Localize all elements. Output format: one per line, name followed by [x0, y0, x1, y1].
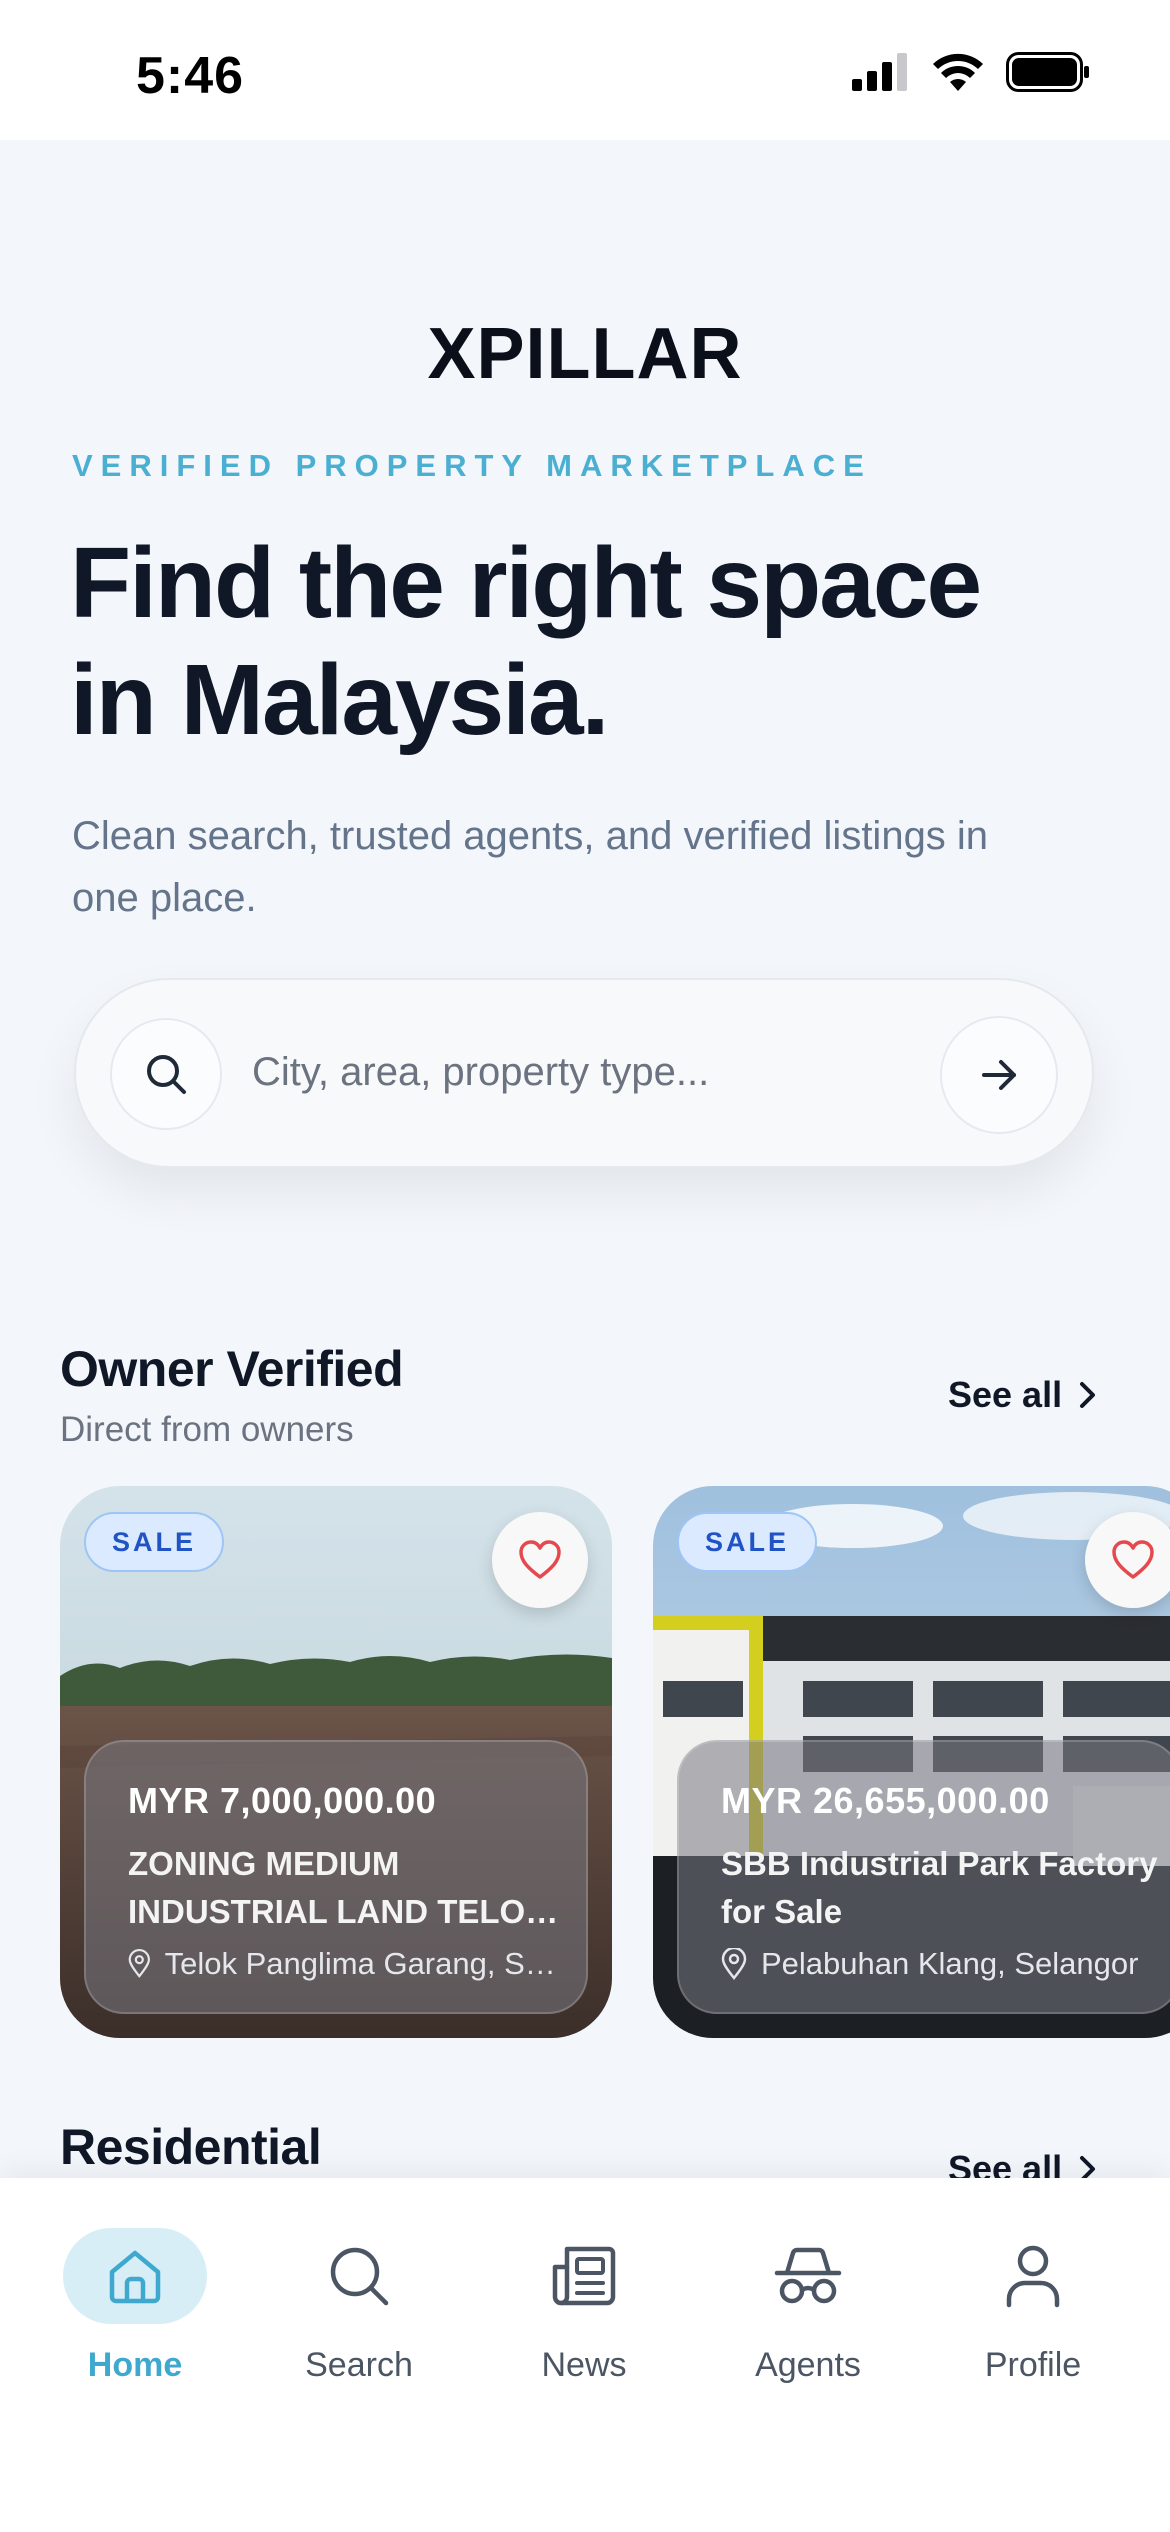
headline-line-2: in Malaysia.	[70, 644, 609, 756]
location-pin-icon	[128, 1948, 150, 1978]
battery-icon	[1006, 52, 1089, 92]
search-bar[interactable]: City, area, property type...	[74, 978, 1094, 1168]
favorite-button[interactable]	[492, 1512, 588, 1608]
listing-location: Pelabuhan Klang, Selangor	[721, 1946, 1161, 1982]
headline-line-1: Find the right space	[70, 527, 982, 639]
tab-agents[interactable]: Agents	[708, 2228, 908, 2385]
sale-badge: SALE	[84, 1512, 225, 1572]
see-all-label: See all	[948, 1374, 1063, 1415]
hero-subtext: Clean search, trusted agents, and verifi…	[72, 814, 989, 920]
listing-title-text: ZONING MEDIUM INDUSTRIAL LAND TELOK PANG…	[128, 1845, 550, 1930]
user-icon-container	[933, 2228, 1133, 2324]
section-subtitle-owner-verified: Direct from owners	[60, 1410, 354, 1449]
listing-title: SBB Industrial Park Factory for Sale	[721, 1840, 1161, 1936]
listing-title-text: SBB Industrial Park Factory for Sale	[721, 1845, 1158, 1930]
search-submit-button[interactable]	[940, 1016, 1058, 1134]
listing-price: MYR 26,655,000.00	[721, 1780, 1050, 1821]
listing-location-text: Pelabuhan Klang, Selangor	[761, 1946, 1139, 1981]
home-icon	[109, 2250, 161, 2304]
user-icon	[1006, 2245, 1060, 2308]
tab-label-home: Home	[87, 2346, 183, 2384]
section-title-residential: Residential	[60, 2119, 322, 2175]
status-time: 5:46	[136, 47, 245, 105]
listing-location-text: Telok Panglima Garang, Selangor	[164, 1946, 568, 1981]
heart-icon	[1112, 1540, 1154, 1579]
listing-card[interactable]: SALE MYR 7,000,000.00 ZONING MEDIUM INDU…	[60, 1486, 612, 2038]
listing-info-panel: MYR 26,655,000.00 SBB Industrial Park Fa…	[677, 1740, 1170, 2014]
home-icon-container	[63, 2228, 207, 2324]
agent-icon-container	[708, 2228, 908, 2324]
search-icon	[330, 2247, 389, 2306]
search-icon-button[interactable]	[110, 1018, 222, 1130]
wifi-icon	[933, 53, 983, 91]
xpillar-logo: XPILLAR	[0, 314, 1170, 394]
tab-news[interactable]: News	[484, 2228, 684, 2385]
hero-section: XPILLAR VERIFIED PROPERTY MARKETPLACE Fi…	[0, 140, 1170, 1255]
heart-icon	[519, 1540, 561, 1579]
favorite-button[interactable]	[1085, 1512, 1170, 1608]
newspaper-icon-container	[484, 2228, 684, 2324]
search-icon	[147, 1055, 186, 1094]
search-icon-container	[259, 2228, 459, 2324]
tab-home[interactable]: Home	[35, 2228, 235, 2385]
status-bar: 5:46	[0, 0, 1170, 140]
newspaper-icon	[552, 2246, 616, 2306]
tab-label-agents: Agents	[755, 2346, 861, 2384]
bottom-tab-bar: Home Search News Agents Profile	[0, 2178, 1170, 2532]
tab-profile[interactable]: Profile	[933, 2228, 1133, 2385]
search-input[interactable]: City, area, property type...	[252, 1050, 709, 1095]
status-icons	[852, 52, 1090, 92]
location-pin-icon	[721, 1948, 747, 1980]
see-all-owner-verified-link[interactable]: See all	[948, 1374, 1098, 1416]
tab-label-news: News	[541, 2346, 627, 2384]
svg-text:XPILLAR: XPILLAR	[427, 320, 742, 384]
tab-search[interactable]: Search	[259, 2228, 459, 2385]
listing-price: MYR 7,000,000.00	[128, 1780, 437, 1821]
chevron-right-icon	[1080, 1382, 1096, 1408]
listing-info-panel: MYR 7,000,000.00 ZONING MEDIUM INDUSTRIA…	[84, 1740, 588, 2014]
listing-title: ZONING MEDIUM INDUSTRIAL LAND TELOK PANG…	[128, 1840, 568, 1936]
cellular-signal-icon	[852, 53, 907, 91]
agent-incognito-icon	[774, 2247, 842, 2304]
tab-label-profile: Profile	[984, 2346, 1082, 2384]
listing-location: Telok Panglima Garang, Selangor	[128, 1946, 568, 1982]
hero-headline: Find the right space in Malaysia.	[70, 525, 1130, 759]
arrow-right-icon	[982, 1060, 1016, 1090]
sale-badge: SALE	[677, 1512, 818, 1572]
xpillar-wordmark: XPILLAR	[427, 314, 742, 394]
hero-eyebrow: VERIFIED PROPERTY MARKETPLACE	[72, 448, 872, 483]
tab-label-search: Search	[305, 2346, 413, 2384]
section-title-owner-verified: Owner Verified	[60, 1341, 404, 1397]
listing-card[interactable]: SALE MYR 26,655,000.00 SBB Industrial Pa…	[653, 1486, 1170, 2038]
